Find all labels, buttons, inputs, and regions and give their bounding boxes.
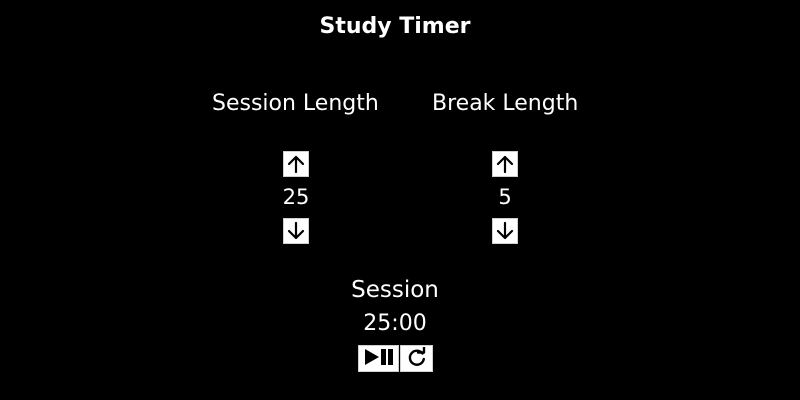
- arrow-down-icon: [496, 221, 514, 241]
- session-length-label: Session Length: [212, 91, 379, 116]
- break-decrement-button[interactable]: [492, 218, 518, 244]
- reset-button[interactable]: [400, 345, 433, 372]
- timer-label: Session: [351, 277, 439, 303]
- arrow-up-icon: [496, 154, 514, 174]
- arrow-up-icon: [287, 154, 305, 174]
- break-length-value: 5: [498, 185, 512, 209]
- session-increment-button[interactable]: [283, 151, 309, 177]
- time-left: 25:00: [363, 311, 427, 336]
- session-length-value: 25: [282, 185, 310, 209]
- page-title: Study Timer: [319, 14, 471, 39]
- refresh-icon: [407, 345, 427, 370]
- break-length-label: Break Length: [432, 91, 579, 116]
- break-increment-button[interactable]: [492, 151, 518, 177]
- start-stop-button[interactable]: [358, 345, 399, 372]
- session-decrement-button[interactable]: [283, 218, 309, 244]
- play-pause-icon: [363, 348, 395, 369]
- arrow-down-icon: [287, 221, 305, 241]
